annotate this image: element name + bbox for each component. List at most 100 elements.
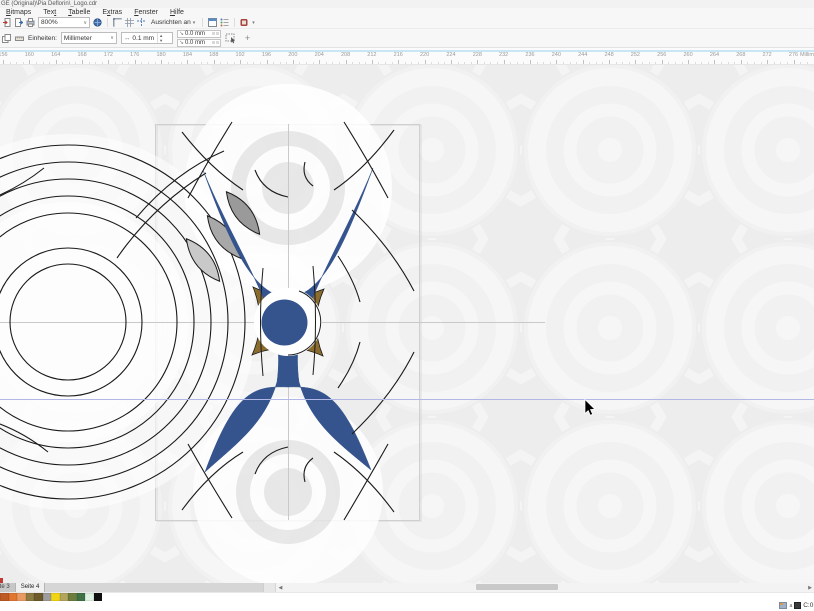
ruler-minor-tick xyxy=(168,62,169,64)
ruler-tick xyxy=(609,60,610,64)
ruler-tick xyxy=(714,60,715,64)
scrollbar-track[interactable] xyxy=(284,583,806,592)
print-icon[interactable] xyxy=(26,18,35,27)
ruler-minor-tick xyxy=(576,62,577,64)
palette-swatch[interactable] xyxy=(85,593,94,601)
duplicate-x-field[interactable]: ↘ 0.0 mm xyxy=(177,30,221,38)
ruler-minor-tick xyxy=(378,62,379,64)
tab-strip-space xyxy=(45,583,263,592)
palette-swatch[interactable] xyxy=(51,593,60,601)
ruler-number: 248 xyxy=(604,52,613,58)
ruler-number: 204 xyxy=(315,52,324,58)
ruler-minor-tick xyxy=(194,62,195,64)
menu-item-fenster[interactable]: Fenster xyxy=(128,8,164,17)
palette-swatch[interactable] xyxy=(17,593,26,601)
ruler-number: 188 xyxy=(209,52,218,58)
spinner-down-icon[interactable]: ▼ xyxy=(158,38,164,43)
add-button[interactable]: + xyxy=(245,33,250,43)
ruler-number: 268 xyxy=(736,52,745,58)
ruler-minor-tick xyxy=(260,62,261,64)
ruler-minor-tick xyxy=(385,62,386,64)
page-tab-seite-4[interactable]: Seite 4 xyxy=(16,583,46,592)
horizontal-scrollbar[interactable]: ◀ ▶ xyxy=(263,583,814,592)
palette-swatch[interactable] xyxy=(68,593,77,601)
nudge-distance-spinner[interactable]: ↔ 0.1 mm ▲▼ xyxy=(121,32,173,44)
ruler-minor-tick xyxy=(510,62,511,64)
show-rulers-icon[interactable] xyxy=(113,18,122,27)
ruler-minor-tick xyxy=(69,62,70,64)
ruler-minor-tick xyxy=(431,62,432,64)
ruler-number: 172 xyxy=(104,52,113,58)
show-grid-icon[interactable] xyxy=(125,18,134,27)
ruler-tick xyxy=(3,60,4,64)
palette-swatch[interactable] xyxy=(0,593,9,601)
zoom-level-value: 800% xyxy=(41,19,58,26)
red-marker xyxy=(0,578,3,583)
ruler-minor-tick xyxy=(247,62,248,64)
ruler-minor-tick xyxy=(352,62,353,64)
chevron-down-icon[interactable]: ▾ xyxy=(252,20,255,26)
page-tab-seite-3[interactable]: Seite 3 xyxy=(0,583,16,592)
menu-item-bitmaps[interactable]: Bitmaps xyxy=(0,8,37,17)
ruler-minor-tick xyxy=(675,62,676,64)
menu-item-extras[interactable]: Extras xyxy=(96,8,128,17)
ruler-tick xyxy=(504,60,505,64)
scrollbar-splitter[interactable] xyxy=(264,583,276,592)
menu-item-hilfe[interactable]: Hilfe xyxy=(164,8,190,17)
scroll-right-icon[interactable]: ▶ xyxy=(806,583,814,592)
center-ring[interactable] xyxy=(254,288,322,356)
units-combobox[interactable]: Millimeter ∨ xyxy=(61,32,117,44)
mini-buttons[interactable] xyxy=(212,41,219,44)
menu-item-tabelle[interactable]: Tabelle xyxy=(62,8,96,17)
snap-to-label: Ausrichten an xyxy=(151,19,191,26)
ruler-number: 176 xyxy=(130,52,139,58)
options-dialog-icon[interactable] xyxy=(208,18,217,27)
palette-swatch[interactable] xyxy=(43,593,52,601)
palette-swatch[interactable] xyxy=(77,593,86,601)
bottom-bar: Seite 3Seite 4 ◀ ▶ xyxy=(0,583,814,592)
palette-swatch[interactable] xyxy=(9,593,18,601)
zoom-level-combobox[interactable]: 800% ∨ xyxy=(38,17,90,28)
ruler-minor-tick xyxy=(313,62,314,64)
drawing-canvas[interactable] xyxy=(0,65,814,583)
ruler-minor-tick xyxy=(227,62,228,64)
export-icon[interactable] xyxy=(14,18,23,27)
horizontal-ruler[interactable]: Millim 156160164168172176180184188192196… xyxy=(0,48,814,65)
application-launcher-icon[interactable] xyxy=(240,18,249,27)
ruler-minor-tick xyxy=(517,62,518,64)
palette-swatch[interactable] xyxy=(60,593,69,601)
status-bar: a C:0 M:0 xyxy=(0,601,814,611)
import-icon[interactable] xyxy=(2,18,11,27)
object-list-icon[interactable] xyxy=(220,18,229,27)
ruler-minor-tick xyxy=(655,62,656,64)
palette-swatch[interactable] xyxy=(94,593,103,601)
ruler-minor-tick xyxy=(471,62,472,64)
ruler-minor-tick xyxy=(649,62,650,64)
duplicate-y-field[interactable]: ↘ 0.0 mm xyxy=(177,39,221,47)
duplicate-icon[interactable] xyxy=(2,34,11,43)
ruler-minor-tick xyxy=(122,62,123,64)
scroll-left-icon[interactable]: ◀ xyxy=(276,583,284,592)
full-screen-preview-icon[interactable] xyxy=(93,18,102,27)
ruler-number: 276 xyxy=(789,52,798,58)
ruler-tick xyxy=(187,60,188,64)
ruler-minor-tick xyxy=(273,62,274,64)
spinner-arrows[interactable]: ▲▼ xyxy=(157,33,164,43)
duplicate-x-value: 0.0 mm xyxy=(185,31,205,37)
snap-to-button[interactable]: Ausrichten an ▾ xyxy=(149,19,197,26)
palette-swatch[interactable] xyxy=(34,593,43,601)
scrollbar-thumb[interactable] xyxy=(476,584,558,590)
ruler-minor-tick xyxy=(220,62,221,64)
menu-item-text[interactable]: Text xyxy=(37,8,62,17)
mini-buttons[interactable] xyxy=(212,32,219,35)
ruler-minor-tick xyxy=(800,62,801,64)
units-label: Einheiten: xyxy=(28,35,57,42)
palette-swatch[interactable] xyxy=(26,593,35,601)
ruler-minor-tick xyxy=(332,62,333,64)
show-guidelines-icon[interactable] xyxy=(137,18,146,27)
menu-bar: BitmapsTextTabelleExtrasFensterHilfe xyxy=(0,8,814,17)
treat-as-filled-icon[interactable] xyxy=(225,32,237,44)
measure-icon[interactable] xyxy=(15,34,24,43)
ruler-number: 200 xyxy=(288,52,297,58)
fill-type-icon xyxy=(779,602,787,609)
